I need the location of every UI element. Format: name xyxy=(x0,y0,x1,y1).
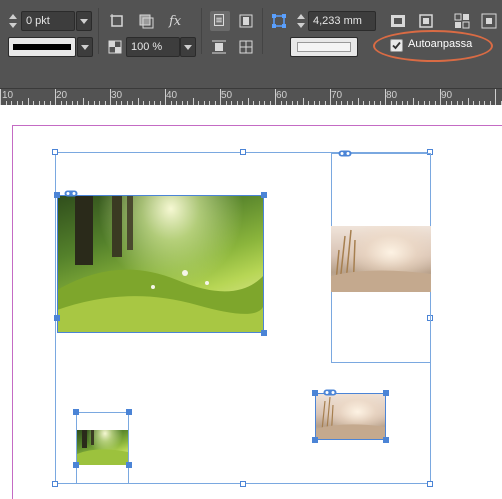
ruler-label: 70 xyxy=(331,90,343,101)
ruler-tick xyxy=(110,89,111,105)
rectangle-frame-icon[interactable] xyxy=(108,12,126,30)
fill-proportionally-icon[interactable] xyxy=(453,12,471,30)
svg-text:fx: fx xyxy=(168,14,182,29)
text-wrap-icon[interactable] xyxy=(210,38,228,56)
ruler-tick xyxy=(412,98,414,105)
frame-handle[interactable] xyxy=(312,437,318,443)
align-frame-icon[interactable] xyxy=(237,12,255,30)
ruler-tick xyxy=(165,89,166,105)
ruler-label: 10 xyxy=(2,90,14,101)
ruler-tick xyxy=(467,98,469,105)
ruler-label: 60 xyxy=(276,90,288,101)
ruler-label: 30 xyxy=(111,90,123,101)
stroke-weight-dropdown[interactable] xyxy=(76,11,92,31)
panel-divider xyxy=(201,8,202,54)
link-icon[interactable] xyxy=(338,150,352,157)
effects-fx-icon[interactable]: fx xyxy=(167,11,185,29)
ruler-tick xyxy=(440,89,441,105)
align-center-icon[interactable] xyxy=(210,11,230,31)
frame-handle[interactable] xyxy=(54,315,60,321)
control-panel: 0 pkt fx 100 % 4,233 mm Autoanpassa xyxy=(0,0,502,88)
group-handle[interactable] xyxy=(52,149,58,155)
stroke-weight-input[interactable]: 0 pkt xyxy=(21,11,75,31)
panel-divider xyxy=(262,8,263,54)
fit-frame-icon[interactable] xyxy=(417,12,435,30)
ruler-tick xyxy=(275,89,276,105)
ruler-tick xyxy=(357,98,359,105)
stroke-type-selector[interactable] xyxy=(8,37,76,57)
ruler-tick xyxy=(495,89,496,105)
link-icon[interactable] xyxy=(64,190,78,197)
frame-handle[interactable] xyxy=(383,390,389,396)
opacity-dropdown[interactable] xyxy=(180,37,196,57)
frame-handle[interactable] xyxy=(261,330,267,336)
ruler-tick xyxy=(247,98,249,105)
drop-shadow-icon[interactable] xyxy=(137,12,155,30)
group-handle[interactable] xyxy=(52,481,58,487)
stroke-weight-spinner[interactable] xyxy=(8,11,18,31)
pasteboard xyxy=(0,105,502,125)
page-edge-left xyxy=(12,125,13,499)
ruler-tick xyxy=(302,98,304,105)
frame-handle[interactable] xyxy=(261,192,267,198)
frame-handle[interactable] xyxy=(312,390,318,396)
frame-handle[interactable] xyxy=(126,409,132,415)
group-handle[interactable] xyxy=(240,481,246,487)
forest-small-image[interactable] xyxy=(77,430,128,465)
link-icon[interactable] xyxy=(323,389,337,396)
frame-handle[interactable] xyxy=(126,462,132,468)
ruler-label: 50 xyxy=(221,90,233,101)
center-content-icon[interactable] xyxy=(237,38,255,56)
ruler-tick xyxy=(82,98,84,105)
horizontal-ruler[interactable]: 10 20 30 40 50 60 70 80 90 xyxy=(0,88,502,105)
meadow-image-art xyxy=(331,229,431,292)
ruler-tick xyxy=(137,98,139,105)
dimension-input[interactable]: 4,233 mm xyxy=(308,11,376,31)
fit-content-icon[interactable] xyxy=(389,12,407,30)
ruler-tick xyxy=(192,98,194,105)
frame-style-selector[interactable] xyxy=(290,37,358,57)
ruler-tick xyxy=(0,89,1,105)
forest-small-image-art xyxy=(77,430,128,465)
ruler-label: 40 xyxy=(166,90,178,101)
meadow-small-frame[interactable] xyxy=(315,393,386,440)
autofit-checkbox[interactable] xyxy=(390,39,403,52)
ruler-label: 80 xyxy=(386,90,398,101)
stroke-type-dropdown[interactable] xyxy=(77,37,93,57)
center-content-icon[interactable] xyxy=(480,12,498,30)
ruler-label: 90 xyxy=(441,90,453,101)
panel-divider xyxy=(98,8,99,54)
frame-style-preview xyxy=(297,42,351,52)
opacity-input[interactable]: 100 % xyxy=(126,37,180,57)
opacity-icon xyxy=(106,38,124,56)
ruler-tick xyxy=(220,89,221,105)
meadow-image[interactable] xyxy=(331,226,431,292)
group-handle[interactable] xyxy=(240,149,246,155)
group-handle[interactable] xyxy=(427,481,433,487)
frame-handle[interactable] xyxy=(73,462,79,468)
bounding-box-icon[interactable] xyxy=(270,12,288,30)
frame-handle[interactable] xyxy=(383,437,389,443)
ruler-tick xyxy=(55,89,56,105)
autofit-label[interactable]: Autoanpassa xyxy=(408,38,472,50)
forest-image-frame[interactable] xyxy=(57,195,264,333)
frame-handle[interactable] xyxy=(73,409,79,415)
ruler-tick xyxy=(330,89,331,105)
dimension-spinner[interactable] xyxy=(296,11,306,31)
ruler-label: 20 xyxy=(56,90,68,101)
page-edge-top xyxy=(12,125,502,126)
frame-handle[interactable] xyxy=(54,192,60,198)
ruler-tick xyxy=(27,98,29,105)
stroke-line-preview xyxy=(13,44,71,50)
ruler-tick xyxy=(385,89,386,105)
